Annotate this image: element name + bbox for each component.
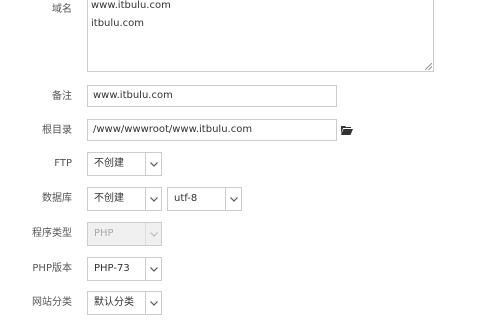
- chevron-down-icon: [145, 188, 161, 210]
- database-charset-value: utf-8: [174, 193, 198, 204]
- php-version-label: PHP版本: [32, 263, 72, 274]
- database-select[interactable]: 不创建: [87, 187, 162, 211]
- chevron-down-icon: [145, 292, 161, 314]
- domain-line-2: itbulu.com: [91, 18, 145, 29]
- site-category-value: 默认分类: [94, 297, 134, 308]
- ftp-label: FTP: [54, 158, 72, 169]
- remark-label: 备注: [52, 91, 72, 102]
- folder-open-icon[interactable]: [341, 125, 353, 135]
- program-type-label: 程序类型: [32, 228, 72, 239]
- remark-input[interactable]: www.itbulu.com: [87, 85, 337, 107]
- chevron-down-icon: [145, 258, 161, 280]
- program-type-select: PHP: [87, 222, 162, 246]
- domain-line-1: www.itbulu.com: [91, 0, 171, 11]
- database-label: 数据库: [42, 193, 72, 204]
- program-type-value: PHP: [94, 228, 114, 239]
- php-version-select[interactable]: PHP-73: [87, 257, 162, 281]
- root-dir-label: 根目录: [42, 125, 72, 136]
- php-version-value: PHP-73: [94, 263, 130, 274]
- domain-label: 域名: [52, 4, 72, 15]
- chevron-down-icon: [145, 153, 161, 175]
- resize-grip-icon[interactable]: [425, 63, 432, 70]
- database-charset-select[interactable]: utf-8: [167, 187, 242, 211]
- database-select-value: 不创建: [94, 193, 124, 204]
- domain-textarea[interactable]: www.itbulu.com itbulu.com: [87, 0, 434, 72]
- site-category-label: 网站分类: [32, 297, 72, 308]
- chevron-down-icon: [225, 188, 241, 210]
- ftp-select[interactable]: 不创建: [87, 152, 162, 176]
- chevron-down-icon: [145, 223, 161, 245]
- site-category-select[interactable]: 默认分类: [87, 291, 162, 315]
- ftp-select-value: 不创建: [94, 158, 124, 169]
- root-dir-input[interactable]: /www/wwwroot/www.itbulu.com: [87, 119, 337, 141]
